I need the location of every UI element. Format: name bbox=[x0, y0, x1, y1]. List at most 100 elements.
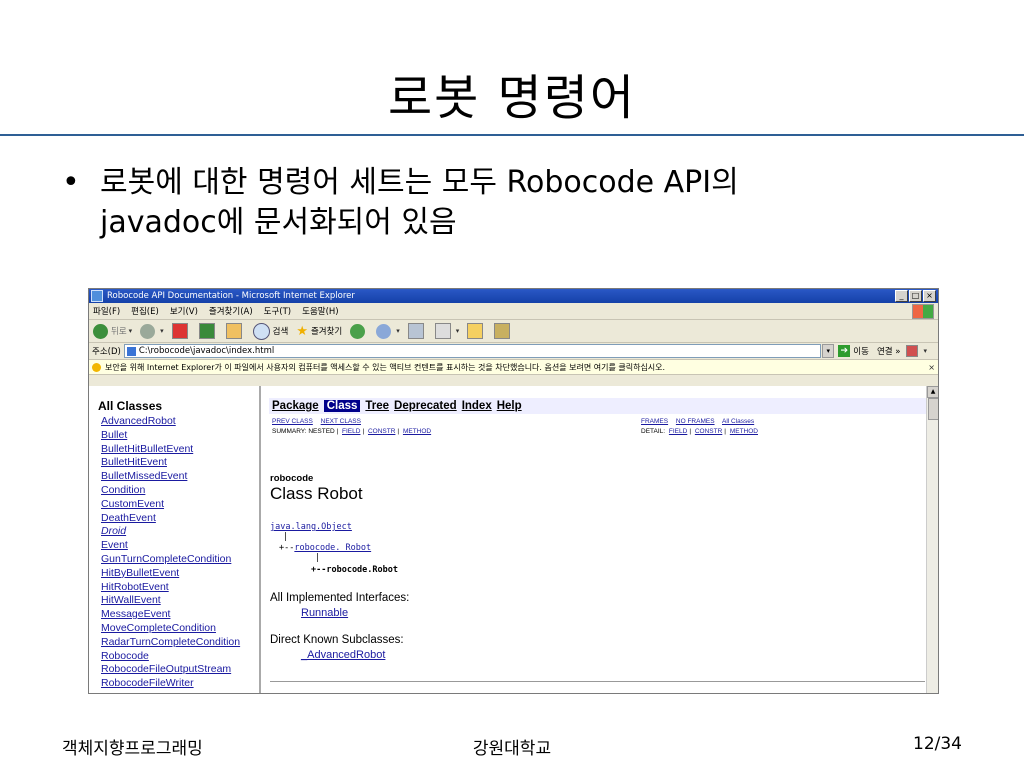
nav-index[interactable]: Index bbox=[462, 400, 492, 412]
class-link[interactable]: HitRobotEvent bbox=[101, 581, 240, 595]
class-link[interactable]: MoveCompleteCondition bbox=[101, 622, 240, 636]
summary-field-link[interactable]: FIELD bbox=[342, 428, 360, 435]
mail-button[interactable]: ▾ bbox=[376, 323, 400, 339]
hierarchy-robot-base-link[interactable]: robocode._Robot bbox=[294, 543, 371, 553]
go-button[interactable]: ➔ 이동 bbox=[838, 345, 869, 357]
menu-edit[interactable]: 편집(E) bbox=[131, 305, 159, 317]
infobar-close-button[interactable]: × bbox=[928, 363, 935, 372]
nav-package[interactable]: Package bbox=[272, 400, 319, 412]
detail-method-link[interactable]: METHOD bbox=[730, 428, 758, 435]
edit-button[interactable]: ▾ bbox=[434, 323, 460, 339]
nav-help[interactable]: Help bbox=[497, 400, 522, 412]
summary-method-link[interactable]: METHOD bbox=[403, 428, 431, 435]
summary-constr-link[interactable]: CONSTR bbox=[368, 428, 395, 435]
hierarchy-object-link[interactable]: java.lang.Object bbox=[270, 522, 352, 532]
class-link[interactable]: Condition bbox=[101, 484, 240, 498]
detail-field-link[interactable]: FIELD bbox=[669, 428, 687, 435]
all-classes-link[interactable]: All Classes bbox=[722, 418, 754, 425]
print-button[interactable] bbox=[407, 323, 427, 339]
menu-tools[interactable]: 도구(T) bbox=[264, 305, 291, 317]
no-frames-link[interactable]: NO FRAMES bbox=[676, 418, 715, 425]
address-input[interactable]: C:\robocode\javadoc\index.html bbox=[123, 344, 822, 358]
class-link[interactable]: Bullet bbox=[101, 429, 240, 443]
address-label: 주소(D) bbox=[92, 347, 121, 357]
edit-icon bbox=[434, 323, 451, 339]
next-class-link[interactable]: NEXT CLASS bbox=[321, 418, 361, 425]
class-link[interactable]: HitByBulletEvent bbox=[101, 567, 240, 581]
class-link[interactable]: GunTurnCompleteCondition bbox=[101, 553, 240, 567]
back-button[interactable]: 뒤로 ▾ bbox=[93, 323, 132, 339]
chevron-down-icon: ▾ bbox=[396, 327, 400, 335]
prev-class-link[interactable]: PREV CLASS bbox=[272, 418, 313, 425]
window-title: Robocode API Documentation - Microsoft I… bbox=[107, 291, 355, 301]
class-link[interactable]: DeathEvent bbox=[101, 512, 240, 526]
hierarchy-branch: +-- bbox=[279, 543, 295, 553]
close-button[interactable]: × bbox=[923, 290, 936, 302]
infobar-text: 보안을 위해 Internet Explorer가 이 파일에서 사용자의 컴퓨… bbox=[105, 362, 666, 372]
class-link[interactable]: AdvancedRobot bbox=[101, 415, 240, 429]
package-name: robocode bbox=[270, 473, 314, 484]
maximize-button[interactable]: □ bbox=[909, 290, 922, 302]
bullet-text: 로봇에 대한 명령어 세트는 모두 Robocode API의 javadoc에… bbox=[100, 163, 960, 243]
class-link[interactable]: RobocodeFileOutputStream bbox=[101, 663, 240, 677]
page-content: All Classes AdvancedRobot Bullet BulletHit… bbox=[89, 386, 938, 693]
advanced-robot-link[interactable]: _AdvancedRobot bbox=[301, 649, 385, 661]
browser-window: Robocode API Documentation - Microsoft I… bbox=[88, 288, 939, 694]
bullet-line-2: javadoc에 문서화되어 있음 bbox=[100, 205, 457, 240]
class-title: Class Robot bbox=[270, 484, 363, 503]
separator: | bbox=[397, 428, 400, 435]
class-link[interactable]: BulletHitEvent bbox=[101, 456, 240, 470]
class-link[interactable]: RobocodeFileWriter bbox=[101, 677, 240, 691]
search-button[interactable]: 검색 bbox=[252, 322, 288, 340]
class-subnav: PREV CLASS NEXT CLASS bbox=[272, 418, 367, 425]
messenger-button[interactable] bbox=[494, 323, 513, 339]
shield-icon bbox=[92, 362, 101, 372]
class-link[interactable]: MessageEvent bbox=[101, 608, 240, 622]
menu-file[interactable]: 파일(F) bbox=[93, 305, 120, 317]
menu-view[interactable]: 보기(V) bbox=[170, 305, 198, 317]
refresh-button[interactable] bbox=[198, 323, 218, 339]
class-list: AdvancedRobot Bullet BulletHitBulletEvent B… bbox=[101, 415, 240, 691]
separator: | bbox=[362, 428, 365, 435]
stop-button[interactable] bbox=[171, 323, 191, 339]
scroll-thumb[interactable] bbox=[928, 398, 938, 420]
class-link[interactable]: BulletMissedEvent bbox=[101, 470, 240, 484]
direct-subclasses-heading: Direct Known Subclasses: bbox=[270, 634, 404, 646]
vertical-scrollbar[interactable]: ▲ bbox=[926, 386, 938, 693]
menu-favorites[interactable]: 즐겨찾기(A) bbox=[209, 305, 253, 317]
class-link[interactable]: Droid bbox=[101, 525, 240, 539]
nav-class[interactable]: Class bbox=[323, 400, 361, 412]
address-dropdown-button[interactable]: ▾ bbox=[822, 344, 835, 358]
runnable-link[interactable]: Runnable bbox=[301, 607, 348, 619]
discuss-button[interactable] bbox=[467, 323, 486, 339]
minimize-button[interactable]: _ bbox=[895, 290, 908, 302]
class-link[interactable]: Robocode bbox=[101, 650, 240, 664]
class-link[interactable]: Event bbox=[101, 539, 240, 553]
favorites-button[interactable]: ★ 즐겨찾기 bbox=[296, 324, 342, 339]
history-button[interactable] bbox=[350, 323, 368, 339]
home-button[interactable] bbox=[225, 323, 245, 339]
forward-button[interactable]: ▾ bbox=[140, 323, 164, 339]
window-titlebar[interactable]: Robocode API Documentation - Microsoft I… bbox=[89, 289, 938, 303]
toolbar-extra-button[interactable]: ▾ bbox=[906, 345, 927, 357]
go-label: 이동 bbox=[853, 347, 869, 357]
class-link[interactable]: BulletHitBulletEvent bbox=[101, 443, 240, 457]
detail-constr-link[interactable]: CONSTR bbox=[695, 428, 722, 435]
class-link[interactable]: CustomEvent bbox=[101, 498, 240, 512]
menu-help[interactable]: 도움말(H) bbox=[302, 305, 338, 317]
footer-university: 강원대학교 bbox=[472, 739, 552, 759]
class-link[interactable]: HitWallEvent bbox=[101, 594, 240, 608]
history-icon bbox=[350, 323, 366, 339]
class-doc-frame: Package Class Tree Deprecated Index Help… bbox=[261, 386, 926, 693]
scroll-up-button[interactable]: ▲ bbox=[927, 386, 938, 398]
frames-link[interactable]: FRAMES bbox=[641, 418, 668, 425]
security-infobar[interactable]: 보안을 위해 Internet Explorer가 이 파일에서 사용자의 컴퓨… bbox=[89, 360, 938, 375]
class-link[interactable]: RadarTurnCompleteCondition bbox=[101, 636, 240, 650]
stop-icon bbox=[171, 323, 188, 339]
nav-deprecated[interactable]: Deprecated bbox=[394, 400, 457, 412]
bullet-marker: • bbox=[62, 165, 80, 200]
links-button[interactable]: 연결 » bbox=[877, 345, 901, 357]
chevron-down-icon: ▾ bbox=[455, 327, 460, 335]
nav-tree[interactable]: Tree bbox=[365, 400, 389, 412]
bullet-line-1: 로봇에 대한 명령어 세트는 모두 Robocode API의 bbox=[100, 165, 739, 200]
